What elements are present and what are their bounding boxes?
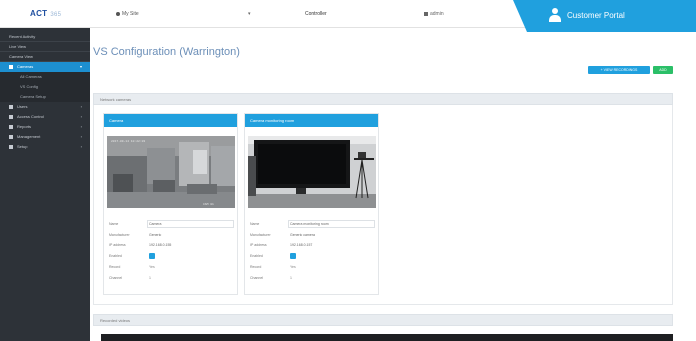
enabled-checkbox[interactable] [290, 253, 296, 259]
channel-label: Channel [109, 276, 123, 280]
enabled-field: Enabled [250, 252, 375, 260]
gear-icon [9, 134, 13, 139]
sidebar-item-access-control[interactable]: Access Control › [0, 112, 90, 122]
enabled-label: Enabled [250, 254, 263, 258]
record-field: Record Yes [250, 263, 375, 271]
ip-label: IP address [109, 243, 126, 247]
channel-value[interactable]: 1 [149, 274, 151, 282]
name-field: Name Camera monitoring room [250, 220, 375, 228]
video-player-strip [101, 334, 673, 341]
record-field: Record Yes [109, 263, 234, 271]
page-title: VS Configuration (Warrington) [93, 46, 240, 58]
camera-preview[interactable] [248, 136, 376, 208]
location-icon [116, 11, 120, 16]
sidebar-item-label: Setup [17, 144, 28, 149]
person-icon [549, 8, 561, 22]
chevron-down-icon: ▾ [79, 64, 82, 69]
sidebar: Recent Activity Live View Camera View Ca… [0, 28, 90, 341]
record-value[interactable]: Yes [149, 263, 155, 271]
sidebar-item-label: Access Control [17, 114, 44, 119]
channel-label: Channel [250, 276, 264, 280]
model-field: Manufacturer Generic camera [250, 231, 375, 239]
record-label: Record [250, 265, 262, 269]
chevron-down-icon[interactable]: ▾ [248, 11, 251, 17]
channel-value[interactable]: 1 [290, 274, 292, 282]
svg-text:2017-09-14 10:22:03: 2017-09-14 10:22:03 [111, 140, 145, 143]
top-bar: ACT 365 My Site ▾ Controller admin Custom… [0, 0, 696, 32]
ip-field: IP address 192.168.0.155 [109, 241, 234, 249]
camera-card: Camera monitoring room Name Camera monit… [244, 113, 379, 295]
model-label: Manufacturer [250, 233, 271, 237]
sidebar-item-label: Management [17, 134, 41, 139]
camera-preview[interactable]: 2017-09-14 10:22:03 CAM 01 [107, 136, 235, 208]
site-selector-label: My Site [122, 11, 139, 17]
network-cameras-panel-header[interactable]: Network cameras [93, 93, 673, 105]
record-label: Record [109, 265, 121, 269]
sidebar-item-management[interactable]: Management › [0, 132, 90, 142]
ip-value: 192.168.0.155 [149, 243, 172, 247]
site-selector[interactable]: My Site [116, 11, 246, 18]
sidebar-item-recent-activity[interactable]: Recent Activity [0, 32, 90, 42]
sidebar-item-label: Reports [17, 124, 32, 129]
model-label: Manufacturer [109, 233, 130, 237]
add-button[interactable]: ADD [653, 66, 673, 74]
channel-field: Channel 1 [109, 274, 234, 282]
sidebar-item-camera-view[interactable]: Camera View [0, 52, 90, 62]
report-icon [9, 124, 13, 129]
svg-text:CAM 01: CAM 01 [203, 203, 214, 206]
model-field: Manufacturer Generic [109, 231, 234, 239]
model-value: Generic [149, 233, 162, 237]
channel-field: Channel 1 [250, 274, 375, 282]
name-value: Camera [149, 222, 162, 226]
sidebar-subitem-vs-config[interactable]: VS Config [0, 82, 90, 92]
camera-card: Camera 2017-09-14 10:22:03 CAM 01 Name C… [103, 113, 238, 295]
camera-card-title[interactable]: Camera monitoring room [245, 114, 378, 127]
sidebar-item-reports[interactable]: Reports › [0, 122, 90, 132]
ip-label: IP address [250, 243, 267, 247]
ip-value: 192.168.0.157 [290, 243, 313, 247]
app-logo[interactable]: ACT 365 [30, 9, 61, 18]
enabled-field: Enabled [109, 252, 234, 260]
chevron-right-icon: › [80, 104, 82, 109]
user-icon [424, 11, 428, 16]
camera-card-title[interactable]: Camera [104, 114, 237, 127]
sidebar-item-label: Users [17, 104, 28, 109]
sidebar-subitem-camera-setup[interactable]: Camera Setup [0, 92, 90, 102]
wrench-icon [9, 144, 13, 149]
sidebar-item-setup[interactable]: Setup › [0, 142, 90, 152]
sidebar-item-live-view[interactable]: Live View [0, 42, 90, 52]
recorded-videos-panel-header[interactable]: Recorded videos [93, 314, 673, 326]
enabled-label: Enabled [109, 254, 122, 258]
name-label: Name [250, 222, 260, 226]
model-value: Generic camera [290, 233, 315, 237]
ip-field: IP address 192.168.0.157 [250, 241, 375, 249]
name-field: Name Camera [109, 220, 234, 228]
camera-icon [9, 64, 13, 69]
view-recordings-button[interactable]: + VIEW RECORDINGS [588, 66, 650, 74]
chevron-right-icon: › [80, 144, 82, 149]
user-label: admin [430, 11, 444, 17]
chevron-right-icon: › [80, 134, 82, 139]
controller-selector[interactable]: Controller [305, 11, 365, 18]
name-value: Camera monitoring room [290, 222, 329, 226]
sidebar-item-label: Cameras [17, 64, 34, 69]
customer-portal-button[interactable]: Customer Portal [513, 0, 696, 32]
enabled-checkbox[interactable] [149, 253, 155, 259]
lock-icon [9, 114, 13, 119]
chevron-right-icon: › [80, 124, 82, 129]
sidebar-item-cameras[interactable]: Cameras ▾ [0, 62, 90, 72]
customer-portal-label: Customer Portal [567, 11, 625, 20]
logo-text: ACT [30, 9, 48, 18]
logo-suffix: 365 [50, 12, 62, 18]
sidebar-item-users[interactable]: Users › [0, 102, 90, 112]
sidebar-subitem-all-cameras[interactable]: All Cameras [0, 72, 90, 82]
record-value[interactable]: Yes [290, 263, 296, 271]
name-label: Name [109, 222, 119, 226]
user-menu[interactable]: admin [424, 11, 486, 18]
users-icon [9, 104, 13, 109]
chevron-right-icon: › [80, 114, 82, 119]
